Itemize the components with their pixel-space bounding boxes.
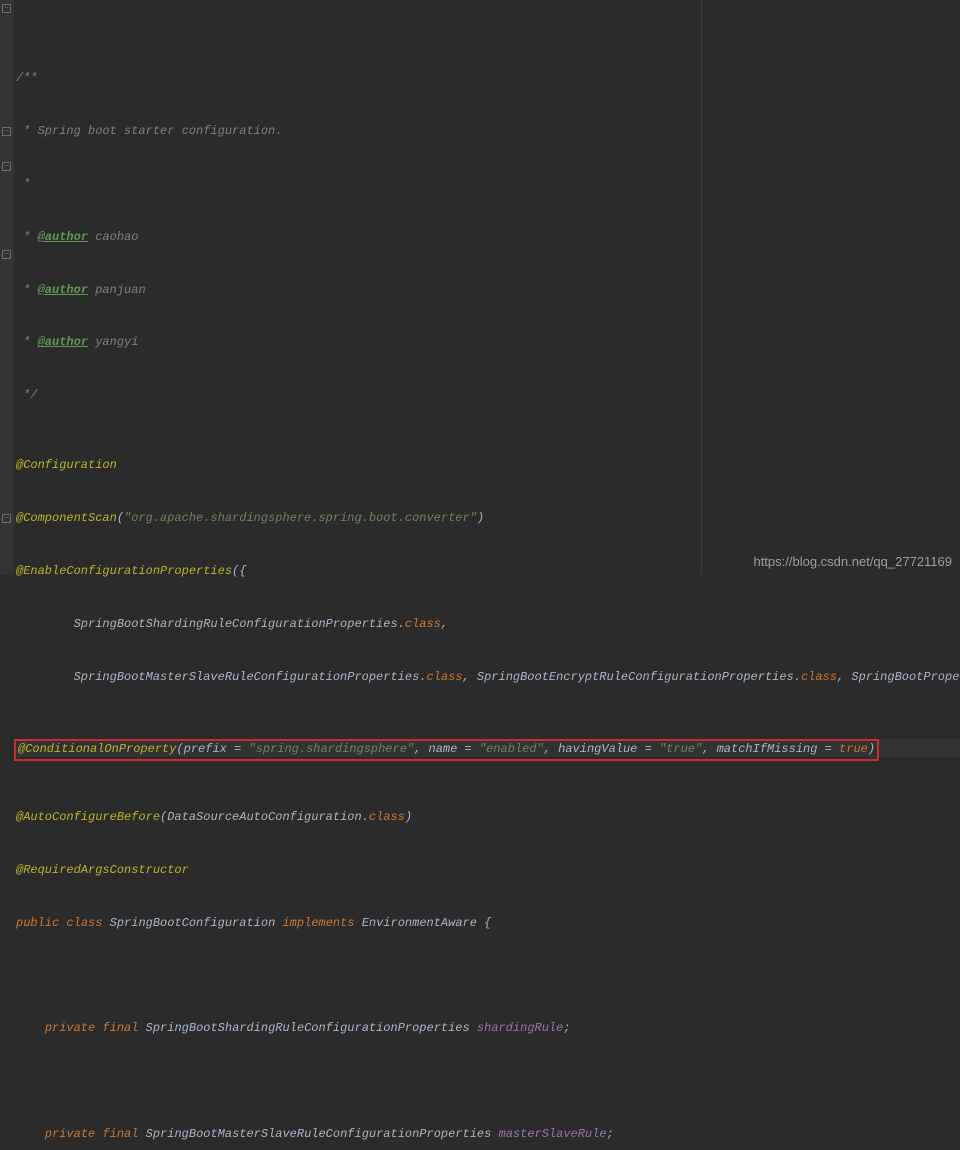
fold-marker[interactable]: − bbox=[2, 127, 11, 136]
margin-line bbox=[701, 0, 702, 575]
annotation-configuration: @Configuration bbox=[16, 458, 117, 472]
doc-comment: */ bbox=[16, 388, 38, 402]
red-highlight-box: @ConditionalOnProperty(prefix = "spring.… bbox=[14, 739, 879, 761]
annotation-autoconfigbefore: @AutoConfigureBefore bbox=[16, 810, 160, 824]
field-name: masterSlaveRule bbox=[499, 1127, 607, 1141]
doc-comment: /** bbox=[16, 71, 38, 85]
doc-comment: * bbox=[16, 177, 30, 191]
watermark: https://blog.csdn.net/qq_27721169 bbox=[753, 554, 952, 569]
highlighted-line: @ConditionalOnProperty(prefix = "spring.… bbox=[14, 739, 960, 757]
class-ref: SpringBootShardingRuleConfigurationPrope… bbox=[74, 617, 398, 631]
gutter: − − − − − bbox=[0, 0, 14, 575]
fold-marker[interactable]: − bbox=[2, 162, 11, 171]
componentscan-value: "org.apache.shardingsphere.spring.boot.c… bbox=[124, 511, 477, 525]
code-area[interactable]: /** * Spring boot starter configuration.… bbox=[14, 0, 960, 575]
class-ref: DataSourceAutoConfiguration bbox=[167, 810, 361, 824]
doc-tag-author: @author bbox=[38, 283, 88, 297]
doc-comment: * @author caohao bbox=[16, 230, 138, 244]
class-name: SpringBootConfiguration bbox=[110, 916, 276, 930]
doc-comment: * Spring boot starter configuration. bbox=[16, 124, 282, 138]
annotation-requiredargs: @RequiredArgsConstructor bbox=[16, 863, 189, 877]
annotation-componentscan: @ComponentScan bbox=[16, 511, 117, 525]
class-ref: SpringBootEncryptRuleConfigurationProper… bbox=[477, 670, 794, 684]
field-type: SpringBootShardingRuleConfigurationPrope… bbox=[146, 1021, 470, 1035]
doc-comment: * @author yangyi bbox=[16, 335, 138, 349]
doc-comment: * @author panjuan bbox=[16, 283, 146, 297]
doc-tag-author: @author bbox=[38, 230, 88, 244]
field-name: shardingRule bbox=[477, 1021, 563, 1035]
fold-marker[interactable]: − bbox=[2, 250, 11, 259]
annotation-conditional: @ConditionalOnProperty bbox=[18, 742, 176, 756]
doc-tag-author: @author bbox=[38, 335, 88, 349]
code-editor: − − − − − /** * Spring boot starter conf… bbox=[0, 0, 960, 575]
fold-marker[interactable]: − bbox=[2, 4, 11, 13]
fold-marker[interactable]: − bbox=[2, 514, 11, 523]
interface-name: EnvironmentAware bbox=[362, 916, 477, 930]
class-ref: SpringBootPropertiesConfigurationPropert… bbox=[851, 670, 960, 684]
annotation-enableconfig: @EnableConfigurationProperties bbox=[16, 564, 232, 578]
field-type: SpringBootMasterSlaveRuleConfigurationPr… bbox=[146, 1127, 492, 1141]
class-ref: SpringBootMasterSlaveRuleConfigurationPr… bbox=[74, 670, 420, 684]
